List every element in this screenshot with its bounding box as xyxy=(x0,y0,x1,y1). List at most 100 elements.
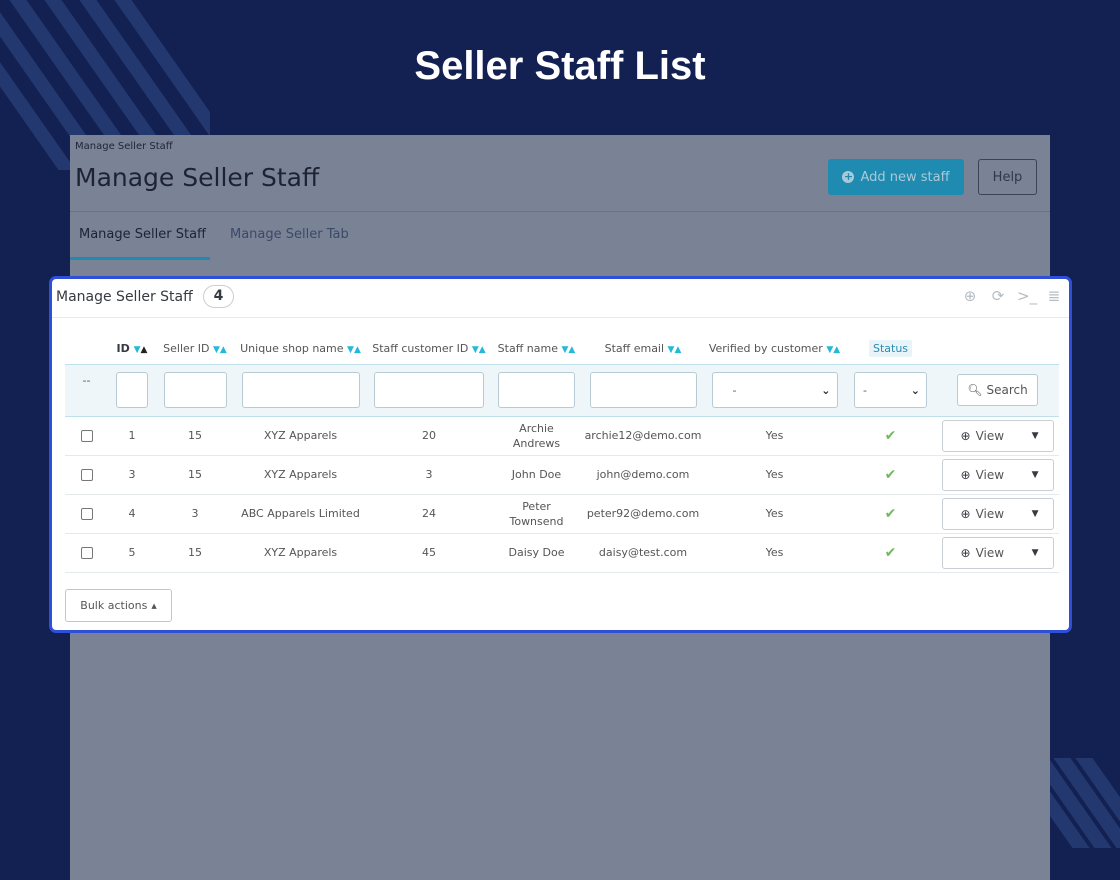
breadcrumb[interactable]: Manage Seller Staff xyxy=(75,141,173,152)
filter-row: -- - ⌄ - ⌄ 🔍︎ Search xyxy=(65,363,1059,417)
filter-customer-id-input[interactable] xyxy=(374,372,484,408)
help-button[interactable]: Help xyxy=(978,159,1037,195)
cell-id: 1 xyxy=(108,416,156,456)
database-icon[interactable]: ≣ xyxy=(1045,287,1063,305)
column-header-status: Status xyxy=(845,334,936,364)
sql-terminal-icon[interactable]: >_ xyxy=(1017,287,1037,305)
cell-shop-name: XYZ Apparels xyxy=(234,455,367,495)
table-row: 3 15 XYZ Apparels 3 John Doe john@demo.c… xyxy=(65,455,1059,495)
tab-manage-seller-staff[interactable]: Manage Seller Staff xyxy=(79,227,206,242)
check-icon[interactable]: ✔ xyxy=(885,467,897,483)
view-button[interactable]: ⊕ View ▼ xyxy=(941,536,1054,569)
view-button[interactable]: ⊕ View ▼ xyxy=(941,419,1054,452)
cell-seller-id: 3 xyxy=(156,494,234,534)
caret-down-icon[interactable]: ▼ xyxy=(1032,509,1039,519)
filter-verified-select[interactable]: - ⌄ xyxy=(711,372,838,408)
cell-staff-name: Daisy Doe xyxy=(491,533,582,573)
add-new-staff-button[interactable]: + Add new staff xyxy=(828,159,964,195)
cell-shop-name: ABC Apparels Limited xyxy=(234,494,367,534)
cell-customer-id: 45 xyxy=(367,533,491,573)
refresh-icon[interactable]: ⟳ xyxy=(989,287,1007,305)
zoom-in-icon: ⊕ xyxy=(960,428,971,443)
cell-verified: Yes xyxy=(704,533,845,573)
cell-seller-id: 15 xyxy=(156,533,234,573)
table-row: 4 3 ABC Apparels Limited 24 Peter Townse… xyxy=(65,494,1059,534)
cell-staff-email: archie12@demo.com xyxy=(582,416,704,456)
cell-staff-email: john@demo.com xyxy=(582,455,704,495)
count-badge: 4 xyxy=(203,285,234,308)
cell-customer-id: 20 xyxy=(367,416,491,456)
cell-staff-email: peter92@demo.com xyxy=(582,494,704,534)
staff-list-panel: Manage Seller Staff 4 ⊕ ⟳ >_ ≣ ID ▼▲ Sel… xyxy=(49,276,1072,633)
chevron-down-icon: ⌄ xyxy=(910,383,920,397)
zoom-in-icon: ⊕ xyxy=(960,467,971,482)
cell-customer-id: 3 xyxy=(367,455,491,495)
zoom-in-icon: ⊕ xyxy=(960,506,971,521)
row-checkbox[interactable] xyxy=(80,547,93,559)
active-tab-underline xyxy=(70,257,210,260)
chevron-down-icon: ⌄ xyxy=(821,383,831,397)
cell-verified: Yes xyxy=(704,494,845,534)
staff-table: ID ▼▲ Seller ID ▼▲ Unique shop name ▼▲ S… xyxy=(65,334,1059,573)
page-headline: Seller Staff List xyxy=(414,44,706,88)
cell-staff-email: daisy@test.com xyxy=(582,533,704,573)
panel-title: Manage Seller Staff xyxy=(56,289,193,305)
cell-staff-name: Peter Townsend xyxy=(491,494,582,534)
filter-staff-email-input[interactable] xyxy=(589,372,697,408)
zoom-in-icon: ⊕ xyxy=(960,545,971,560)
table-row: 5 15 XYZ Apparels 45 Daisy Doe daisy@tes… xyxy=(65,533,1059,573)
filter-status-select[interactable]: - ⌄ xyxy=(854,372,927,408)
cell-customer-id: 24 xyxy=(367,494,491,534)
caret-down-icon[interactable]: ▼ xyxy=(1032,470,1039,480)
bulk-actions-button[interactable]: Bulk actions ▲ xyxy=(65,589,172,622)
cell-id: 4 xyxy=(108,494,156,534)
caret-down-icon[interactable]: ▼ xyxy=(1032,548,1039,558)
decorative-stripes-bottom-right xyxy=(1046,758,1120,848)
column-header-id[interactable]: ID ▼▲ xyxy=(108,334,156,364)
cell-id: 5 xyxy=(108,533,156,573)
filter-reset-label: -- xyxy=(65,363,108,417)
cell-seller-id: 15 xyxy=(156,416,234,456)
search-button[interactable]: 🔍︎ Search xyxy=(957,374,1038,406)
panel-toolbar: ⊕ ⟳ >_ ≣ xyxy=(961,287,1063,305)
column-header-verified[interactable]: Verified by customer ▼▲ xyxy=(704,334,845,364)
bulk-actions-label: Bulk actions xyxy=(80,599,148,612)
view-button[interactable]: ⊕ View ▼ xyxy=(941,497,1054,530)
search-icon: 🔍︎ xyxy=(967,383,983,397)
cell-id: 3 xyxy=(108,455,156,495)
check-icon[interactable]: ✔ xyxy=(885,506,897,522)
filter-id-input[interactable] xyxy=(116,372,148,408)
cell-staff-name: Archie Andrews xyxy=(491,416,582,456)
panel-header: Manage Seller Staff 4 ⊕ ⟳ >_ ≣ xyxy=(52,279,1069,318)
cell-staff-name: John Doe xyxy=(491,455,582,495)
check-icon[interactable]: ✔ xyxy=(885,545,897,561)
table-row: 1 15 XYZ Apparels 20 Archie Andrews arch… xyxy=(65,416,1059,456)
add-circle-icon[interactable]: ⊕ xyxy=(961,287,979,305)
table-header-row: ID ▼▲ Seller ID ▼▲ Unique shop name ▼▲ S… xyxy=(65,334,1059,364)
cell-shop-name: XYZ Apparels xyxy=(234,533,367,573)
column-header-customer-id[interactable]: Staff customer ID ▼▲ xyxy=(367,334,491,364)
filter-seller-id-input[interactable] xyxy=(163,372,227,408)
caret-up-icon: ▲ xyxy=(151,601,157,610)
filter-shop-name-input[interactable] xyxy=(241,372,360,408)
plus-circle-icon: + xyxy=(842,170,855,183)
header-divider xyxy=(70,211,1050,212)
page-title: Manage Seller Staff xyxy=(75,163,320,192)
cell-seller-id: 15 xyxy=(156,455,234,495)
column-header-staff-name[interactable]: Staff name ▼▲ xyxy=(491,334,582,364)
row-checkbox[interactable] xyxy=(80,469,93,481)
cell-verified: Yes xyxy=(704,416,845,456)
row-checkbox[interactable] xyxy=(80,430,93,442)
add-new-staff-label: Add new staff xyxy=(860,169,950,185)
view-button[interactable]: ⊕ View ▼ xyxy=(941,458,1054,491)
caret-down-icon[interactable]: ▼ xyxy=(1032,431,1039,441)
tab-manage-seller-tab[interactable]: Manage Seller Tab xyxy=(230,227,349,242)
cell-shop-name: XYZ Apparels xyxy=(234,416,367,456)
column-header-seller-id[interactable]: Seller ID ▼▲ xyxy=(156,334,234,364)
filter-staff-name-input[interactable] xyxy=(498,372,575,408)
row-checkbox[interactable] xyxy=(80,508,93,520)
cell-verified: Yes xyxy=(704,455,845,495)
check-icon[interactable]: ✔ xyxy=(885,428,897,444)
column-header-staff-email[interactable]: Staff email ▼▲ xyxy=(582,334,704,364)
column-header-shop-name[interactable]: Unique shop name ▼▲ xyxy=(234,334,367,364)
